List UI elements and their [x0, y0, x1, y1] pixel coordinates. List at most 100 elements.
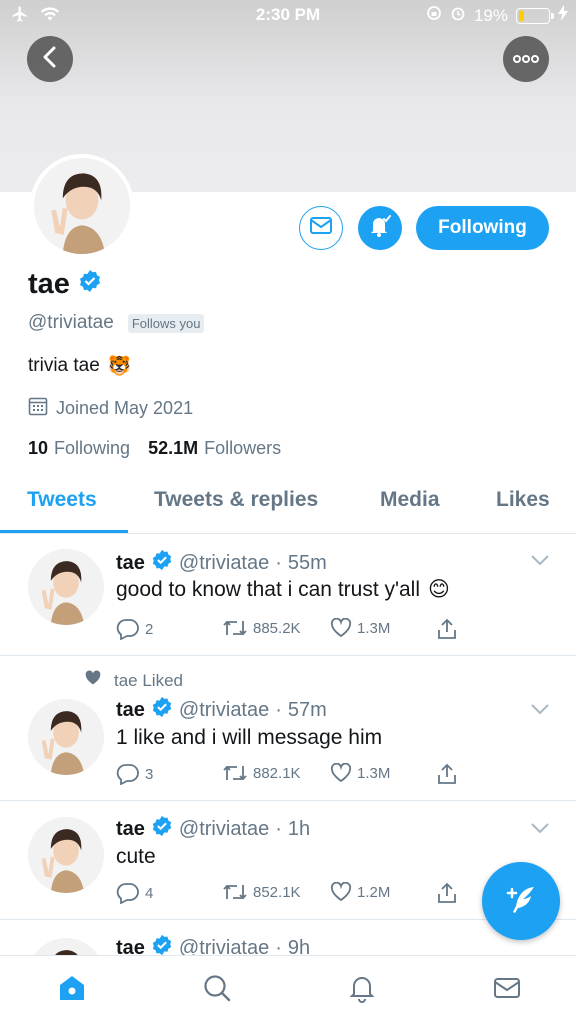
followers-label: Followers — [204, 438, 282, 458]
tweet-body: 1 like and i will message him — [116, 726, 383, 749]
battery-icon — [516, 7, 554, 24]
like-button[interactable]: 1.2M — [330, 882, 390, 902]
reply-count: 2 — [145, 620, 154, 638]
verified-badge-icon — [151, 549, 173, 577]
reply-button[interactable]: 2 — [116, 618, 153, 640]
smile-emoji: 😊 — [428, 578, 450, 601]
retweet-button[interactable]: 882.1K — [222, 763, 301, 783]
joined-text: Joined May 2021 — [56, 398, 194, 418]
follow-counts: 10 Following 52.1M Followers — [28, 438, 281, 459]
tweet-actions: 4 852.1K 1.2M — [116, 882, 466, 908]
retweet-count: 852.1K — [253, 883, 301, 901]
search-icon — [202, 973, 232, 1008]
bottom-navigation — [0, 955, 576, 1024]
home-icon — [57, 973, 87, 1008]
notifications-icon — [347, 973, 377, 1008]
tweet-actions: 3 882.1K 1.3M — [116, 763, 466, 789]
notifications-on-button[interactable] — [358, 206, 402, 250]
following-label: Following — [54, 438, 131, 458]
follows-you-badge: Follows you — [127, 313, 205, 333]
more-horizontal-icon — [513, 50, 539, 68]
verified-badge-icon — [151, 815, 173, 843]
followers-count-link[interactable]: 52.1M Followers — [148, 438, 281, 459]
heart-filled-icon — [84, 670, 102, 691]
tweet-actions: 2 885.2K 1.3M — [116, 618, 466, 644]
tweet-avatar[interactable] — [28, 817, 104, 893]
tweet-time: 1h — [287, 817, 311, 840]
profile-bio: trivia tae 🐯 — [28, 354, 131, 378]
tweet-author-name: tae — [116, 698, 145, 721]
verified-badge-icon — [151, 696, 173, 724]
nav-notifications[interactable] — [346, 974, 378, 1006]
tweet-avatar[interactable] — [28, 549, 104, 625]
profile-handle-row: @triviatae Follows you — [28, 312, 205, 334]
share-button[interactable] — [436, 882, 458, 904]
like-count: 1.3M — [357, 619, 391, 637]
reply-button[interactable]: 4 — [116, 882, 153, 904]
profile-name-row: tae — [28, 268, 102, 301]
like-button[interactable]: 1.3M — [330, 763, 390, 783]
tweet-item[interactable]: tae @triviatae · 55m good to know that i c… — [0, 535, 576, 656]
chevron-down-icon[interactable] — [530, 553, 550, 571]
envelope-icon — [310, 217, 332, 239]
tweet-header: tae @triviatae · 57m — [116, 696, 327, 724]
joined-date: Joined May 2021 — [28, 396, 193, 421]
nav-messages[interactable] — [491, 974, 523, 1006]
like-button[interactable]: 1.3M — [330, 618, 390, 638]
alarm-icon — [450, 5, 466, 26]
battery-percent: 19% — [473, 5, 508, 25]
tweet-body: cute — [116, 845, 156, 868]
retweet-button[interactable]: 885.2K — [222, 618, 301, 638]
tweet-author-handle: @triviatae — [178, 551, 270, 574]
tweet-header: tae @triviatae · 55m — [116, 549, 327, 577]
dot-separator: · — [275, 817, 282, 840]
status-bar: 2:30 PM 19% — [0, 0, 576, 32]
tiger-emoji: 🐯 — [107, 356, 132, 377]
liked-context: tae Liked — [84, 670, 183, 691]
compose-feather-icon — [504, 882, 538, 921]
back-button[interactable] — [27, 36, 73, 82]
messages-icon — [492, 973, 522, 1008]
following-count-link[interactable]: 10 Following — [28, 438, 130, 459]
tweet-item[interactable]: tae Liked tae @triviatae · 57m 1 like and … — [0, 656, 576, 801]
profile-handle: @triviatae — [28, 312, 114, 333]
tweet-item[interactable]: tae @triviatae · 9h — [0, 920, 576, 960]
tab-likes[interactable]: Likes — [496, 488, 550, 512]
more-options-button[interactable] — [503, 36, 549, 82]
chevron-down-icon[interactable] — [530, 821, 550, 839]
retweet-count: 882.1K — [253, 764, 301, 782]
tweet-time: 55m — [287, 551, 327, 574]
profile-name: tae — [28, 268, 70, 300]
following-count: 10 — [28, 438, 49, 458]
chevron-down-icon[interactable] — [530, 702, 550, 720]
nav-home[interactable] — [56, 974, 88, 1006]
following-button[interactable]: Following — [416, 206, 549, 250]
liked-by-text: tae Liked — [114, 670, 183, 690]
profile-avatar[interactable] — [30, 154, 134, 258]
tab-tweets[interactable]: Tweets — [27, 488, 97, 512]
like-count: 1.3M — [357, 764, 391, 782]
reply-button[interactable]: 3 — [116, 763, 153, 785]
tweet-time: 57m — [287, 698, 327, 721]
tweet-author-handle: @triviatae — [178, 698, 270, 721]
tweet-author-name: tae — [116, 551, 145, 574]
charging-icon — [558, 5, 568, 26]
nav-search[interactable] — [201, 974, 233, 1006]
followers-count: 52.1M — [148, 438, 199, 458]
tab-tweets-replies[interactable]: Tweets & replies — [154, 488, 318, 512]
message-button[interactable] — [299, 206, 343, 250]
reply-count: 3 — [145, 765, 154, 783]
orientation-lock-icon — [426, 5, 442, 26]
reply-count: 4 — [145, 884, 154, 902]
share-button[interactable] — [436, 763, 458, 785]
compose-tweet-button[interactable] — [482, 862, 560, 940]
tweet-text: cute — [116, 845, 156, 869]
tweet-avatar[interactable] — [28, 699, 104, 775]
share-button[interactable] — [436, 618, 458, 640]
tab-media[interactable]: Media — [380, 488, 440, 512]
retweet-button[interactable]: 852.1K — [222, 882, 301, 902]
retweet-count: 885.2K — [253, 619, 301, 637]
bio-text: trivia tae — [28, 355, 100, 376]
tweet-header: tae @triviatae · 1h — [116, 815, 310, 843]
tweet-author-handle: @triviatae — [178, 817, 270, 840]
